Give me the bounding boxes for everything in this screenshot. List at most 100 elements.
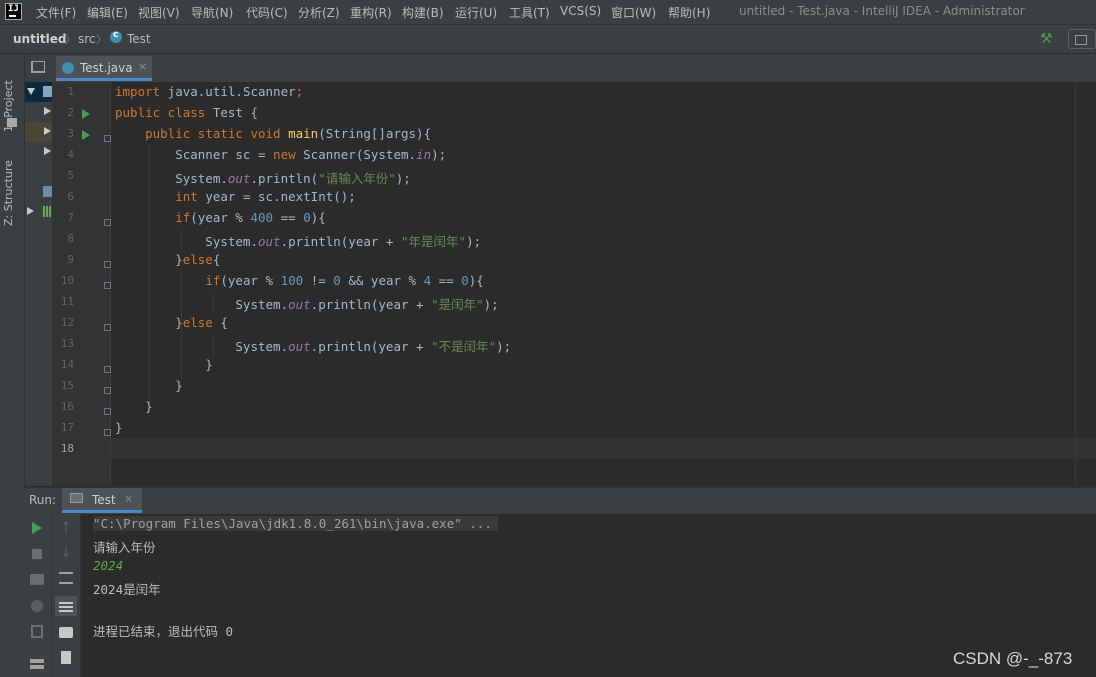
folder-icon [7,118,17,127]
collapse-arrow-icon[interactable] [44,107,51,115]
tree-row[interactable] [25,82,52,102]
console-icon [70,493,83,503]
breadcrumb-file[interactable]: Test [127,32,151,46]
menu-navigate[interactable]: 导航(N) [191,4,233,21]
menu-refactor[interactable]: 重构(R) [350,4,392,21]
intellij-logo-icon: IJ [5,3,22,20]
menu-view[interactable]: 视图(V) [138,4,180,21]
fold-icon[interactable] [104,429,111,436]
arrow-down-icon[interactable]: ↓ [60,545,72,561]
line-number: 13 [60,337,74,350]
module-icon [43,86,52,97]
tree-row[interactable] [25,202,52,222]
tree-row[interactable] [25,182,52,202]
fold-icon[interactable] [104,135,111,142]
navigation-bar [0,25,1096,54]
line-number: 5 [67,169,74,182]
line-number: 17 [60,421,74,434]
menu-tools[interactable]: 工具(T) [509,4,550,21]
code-line: if(year % 100 != 0 && year % 4 == 0){ [205,273,484,288]
fold-icon[interactable] [104,408,111,415]
debug-bug-icon[interactable] [31,600,43,612]
line-number: 6 [67,190,74,203]
run-gutter-icon[interactable] [82,130,90,140]
line-number: 1 [67,85,74,98]
camera-icon[interactable] [30,574,44,585]
menu-file[interactable]: 文件(F) [36,4,76,21]
layout-icon[interactable] [30,659,44,669]
tree-row[interactable] [25,142,52,162]
fold-icon[interactable] [104,282,111,289]
run-config-dropdown[interactable] [1068,29,1096,49]
stop-icon[interactable] [32,549,42,559]
run-gutter-icon[interactable] [82,109,90,119]
line-number: 15 [60,379,74,392]
code-line: System.out.println("请输入年份"); [115,171,411,186]
fold-icon[interactable] [104,366,111,373]
fold-icon[interactable] [104,219,111,226]
scratches-icon [43,186,52,197]
run-tab-test[interactable]: Test × [62,488,142,513]
run-panel-label: Run: [29,493,57,507]
menu-code[interactable]: 代码(C) [246,4,288,21]
trash-icon[interactable] [61,651,71,664]
code-line: import java.util.Scanner; [115,84,304,99]
collapse-arrow-icon[interactable] [27,207,34,215]
arrow-up-icon[interactable]: ↑ [60,520,72,536]
panel-toggle-icon[interactable] [31,61,45,73]
console-prompt: 请输入年份 [93,540,156,555]
console-output[interactable] [81,514,1096,677]
run-tab-close-icon[interactable]: × [124,492,133,505]
breadcrumb-separator: 〉 [96,33,107,46]
collapse-arrow-icon[interactable] [44,127,51,135]
left-tool-strip [0,54,25,677]
menu-build[interactable]: 构建(B) [402,4,444,21]
code-line: } [115,357,213,372]
collapse-arrow-icon[interactable] [44,147,51,155]
tree-row[interactable] [25,122,52,142]
build-hammer-icon[interactable]: ⚒ [1040,31,1053,47]
breadcrumb-folder[interactable]: src [78,32,96,46]
menu-window[interactable]: 窗口(W) [611,4,656,21]
console-user-input: 2024 [93,558,124,573]
libraries-icon [43,206,52,217]
code-line: Scanner sc = new Scanner(System.in); [115,147,447,162]
watermark: CSDN @-_-873 [953,649,1073,668]
scroll-to-end-toggle[interactable] [55,596,77,616]
menu-vcs[interactable]: VCS(S) [560,4,601,18]
code-line: }else{ [115,252,221,267]
code-line: System.out.println(year + "年是闰年"); [115,234,482,249]
run-tab-label: Test [92,493,116,507]
menu-help[interactable]: 帮助(H) [668,4,710,21]
code-line: public class Test { [115,105,258,120]
scroll-to-end-icon [59,600,73,612]
fold-icon[interactable] [104,387,111,394]
java-class-icon [62,62,74,74]
breadcrumb-project[interactable]: untitled [13,32,67,46]
exit-icon[interactable] [31,625,43,638]
code-line: if(year % 400 == 0){ [175,210,326,225]
soft-wrap-icon[interactable] [59,572,73,584]
run-panel-header [24,487,1096,515]
tab-structure[interactable]: Z: Structure [2,150,22,226]
code-line: System.out.println(year + "是闰年"); [115,297,499,312]
rerun-icon[interactable] [32,522,42,534]
fold-icon[interactable] [104,324,111,331]
menu-analyze[interactable]: 分析(Z) [298,4,340,21]
line-number: 4 [67,148,74,161]
expand-arrow-icon[interactable] [27,88,35,95]
tab-test-java[interactable]: Test.java × [56,56,152,81]
menu-edit[interactable]: 编辑(E) [87,4,128,21]
console-command-line: "C:\Program Files\Java\jdk1.8.0_261\bin\… [93,516,498,531]
line-number: 11 [60,295,74,308]
code-line: }else { [115,315,228,330]
code-line: System.out.println(year + "不是闰年"); [115,339,512,354]
line-number: 14 [60,358,74,371]
menu-run[interactable]: 运行(U) [455,4,497,21]
print-icon[interactable] [59,627,73,638]
line-number-current: 18 [60,442,74,455]
tab-close-icon[interactable]: × [138,60,147,73]
line-number: 10 [60,274,74,287]
tree-row[interactable] [25,102,52,122]
fold-icon[interactable] [104,261,111,268]
